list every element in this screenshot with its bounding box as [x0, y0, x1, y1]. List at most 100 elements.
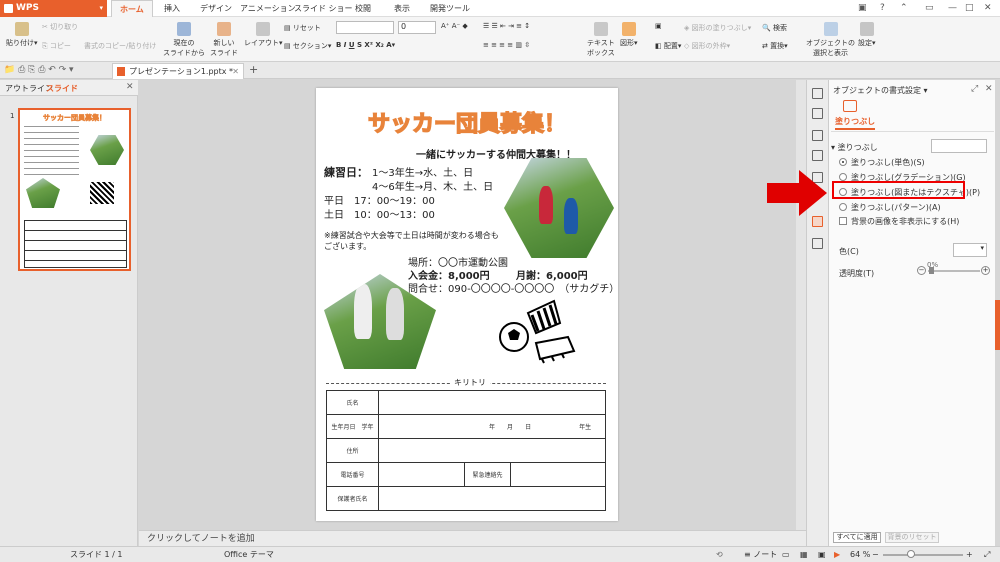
- tab-slides[interactable]: スライド: [46, 83, 78, 94]
- arrange-button[interactable]: ◧ 配置▾: [655, 41, 681, 51]
- zoom-thumb[interactable]: [907, 550, 915, 558]
- reset-button[interactable]: ▤ リセット: [284, 23, 321, 33]
- cut-button[interactable]: ✂ 切り取り: [42, 22, 78, 32]
- notes-toggle[interactable]: ≡ ノート: [744, 547, 777, 562]
- radio-gradient-fill[interactable]: [839, 173, 847, 181]
- zoom-slider[interactable]: [883, 554, 963, 556]
- normal-view-icon[interactable]: ▭: [782, 547, 790, 562]
- panel-edge-handle[interactable]: [995, 300, 1000, 350]
- fit-window-icon[interactable]: ⤢: [984, 547, 990, 562]
- font-name-box[interactable]: [336, 21, 394, 34]
- tab-developer[interactable]: 開発ツール: [430, 3, 470, 14]
- notes-pane[interactable]: クリックしてノートを追加: [139, 530, 806, 546]
- shape-outline-button[interactable]: ◇ 図形の外枠▾: [684, 41, 730, 51]
- transparency-label: 透明度(T): [839, 269, 875, 278]
- apply-all-button[interactable]: すべてに適用: [833, 532, 881, 543]
- copy-format-icon[interactable]: [812, 130, 823, 141]
- alignment-buttons[interactable]: ≡ ≡ ≡ ≡ ▥ ⇳: [483, 41, 530, 49]
- form-name-field[interactable]: [378, 390, 606, 415]
- transparency-slider[interactable]: [928, 270, 980, 272]
- vertical-scrollbar[interactable]: [796, 80, 806, 530]
- page-icon[interactable]: [812, 108, 823, 119]
- section-button[interactable]: ▤ セクション▾: [284, 41, 331, 51]
- copy-button[interactable]: ⎘ コピー: [42, 41, 71, 51]
- find-button[interactable]: 🔍 検索: [762, 23, 787, 33]
- slideshow-from-current-button[interactable]: 現在の スライドから: [163, 22, 205, 58]
- soccer-ball-cleat-icon[interactable]: [498, 293, 578, 365]
- paragraph-buttons[interactable]: ☰ ☰ ⇤ ⇥ ≡ ↕: [483, 22, 530, 30]
- tab-review[interactable]: 校閲: [355, 3, 371, 14]
- slide-thumbnail[interactable]: サッカー団員募集！: [18, 108, 131, 271]
- select-pane-button[interactable]: オブジェクトの 選択と表示: [806, 22, 855, 58]
- soccer-photo-hexagon[interactable]: [504, 158, 614, 258]
- restore-icon[interactable]: ▭: [925, 3, 934, 13]
- reading-view-icon[interactable]: ▣: [818, 547, 826, 562]
- new-slide-button[interactable]: 新しい スライド: [210, 22, 238, 58]
- highlight-box: [832, 181, 965, 199]
- textbox-button[interactable]: テキスト ボックス: [587, 22, 615, 58]
- transparency-decrease-icon[interactable]: −: [917, 266, 926, 275]
- form-birth-field[interactable]: 年 月 日 年生: [378, 414, 606, 439]
- fill-section-header[interactable]: ▾ 塗りつぶし: [831, 142, 878, 153]
- quick-access-toolbar[interactable]: 📁 ⎙ ⎘ ⎙ ↶ ↷ ▾: [4, 65, 74, 75]
- form-emergency-field[interactable]: [510, 462, 606, 487]
- close-panel-icon[interactable]: ✕: [985, 84, 993, 94]
- undock-icon[interactable]: ⤢: [971, 84, 978, 94]
- backup-icon[interactable]: ⟲: [716, 547, 723, 562]
- hide-bg-checkbox[interactable]: [839, 217, 847, 225]
- radio-solid-fill[interactable]: [839, 158, 847, 166]
- tab-home[interactable]: ホーム: [111, 0, 153, 17]
- option-solid-fill[interactable]: 塗りつぶし(単色)(S): [851, 157, 925, 168]
- close-icon[interactable]: ✕: [984, 3, 992, 13]
- font-style-buttons[interactable]: B I U S X² X₂ A▾: [336, 41, 395, 49]
- image-icon[interactable]: [812, 238, 823, 249]
- tab-animation[interactable]: アニメーション: [240, 3, 296, 14]
- ribbon-toggle-icon[interactable]: ⌃: [900, 3, 908, 13]
- document-tab[interactable]: プレゼンテーション1.pptx * ✕: [112, 63, 244, 79]
- slide[interactable]: サッカー団員募集！ 一緒にサッカーする仲間大募集！！ 練習日： 1～3年生→水、…: [316, 88, 619, 521]
- skin-icon[interactable]: ▣: [858, 3, 867, 13]
- zoom-out-icon[interactable]: −: [872, 547, 879, 562]
- zoom-level[interactable]: 64 %: [850, 547, 870, 562]
- transparency-increase-icon[interactable]: +: [981, 266, 990, 275]
- settings-button[interactable]: 設定▾: [858, 22, 876, 48]
- replace-button[interactable]: ⇄ 置換▾: [762, 41, 788, 51]
- grow-font-button[interactable]: A⁺ A⁻ ◆: [441, 22, 468, 30]
- tab-slideshow[interactable]: スライド ショー: [294, 3, 353, 14]
- new-tab-button[interactable]: +: [249, 63, 258, 76]
- fill-tab[interactable]: 塗りつぶし: [835, 116, 876, 130]
- maximize-icon[interactable]: □: [965, 3, 974, 13]
- layout-button[interactable]: レイアウト▾: [244, 22, 283, 48]
- slideshow-icon[interactable]: ▶: [834, 547, 840, 562]
- tab-view[interactable]: 表示: [394, 3, 410, 14]
- reset-background-button[interactable]: 背景のリセット: [885, 532, 939, 543]
- format-painter-button[interactable]: 書式のコピー/貼り付け: [84, 41, 156, 51]
- zoom-in-icon[interactable]: +: [966, 547, 973, 562]
- picture-button[interactable]: ▣: [655, 22, 662, 30]
- form-guardian-field[interactable]: [378, 486, 606, 511]
- slide-title[interactable]: サッカー団員募集！: [316, 106, 618, 138]
- fill-format-icon[interactable]: [812, 216, 823, 227]
- radio-pattern-fill[interactable]: [839, 203, 847, 211]
- form-phone-field[interactable]: [378, 462, 465, 487]
- form-address-field[interactable]: [378, 438, 606, 463]
- layers-icon[interactable]: [812, 150, 823, 161]
- shape-button[interactable]: 図形▾: [620, 22, 638, 48]
- app-menu-button[interactable]: WPS Presentation ▾: [0, 0, 107, 30]
- fill-bucket-icon[interactable]: [843, 100, 857, 112]
- paste-button[interactable]: 貼り付け▾: [6, 22, 38, 48]
- object-format-icon[interactable]: [812, 88, 823, 99]
- tab-insert[interactable]: 挿入: [164, 3, 180, 14]
- close-tab-icon[interactable]: ✕: [232, 64, 239, 79]
- option-pattern-fill[interactable]: 塗りつぶし(パターン)(A): [851, 202, 941, 213]
- help-icon[interactable]: ?: [880, 3, 885, 13]
- minimize-icon[interactable]: —: [948, 3, 957, 13]
- color-picker[interactable]: ▾: [953, 243, 987, 257]
- font-size-box[interactable]: 0: [398, 21, 436, 34]
- slide-sorter-icon[interactable]: ▦: [800, 547, 808, 562]
- close-panel-icon[interactable]: ✕: [126, 82, 134, 92]
- application-form[interactable]: 氏名 生年月日 学年年 月 日 年生 住所 電話番号 緊急連絡先 保護者氏名: [326, 390, 606, 511]
- tab-design[interactable]: デザイン: [200, 3, 232, 14]
- shape-fill-button[interactable]: ◈ 図形の塗りつぶし▾: [684, 23, 751, 33]
- fill-preset-box[interactable]: [931, 139, 987, 153]
